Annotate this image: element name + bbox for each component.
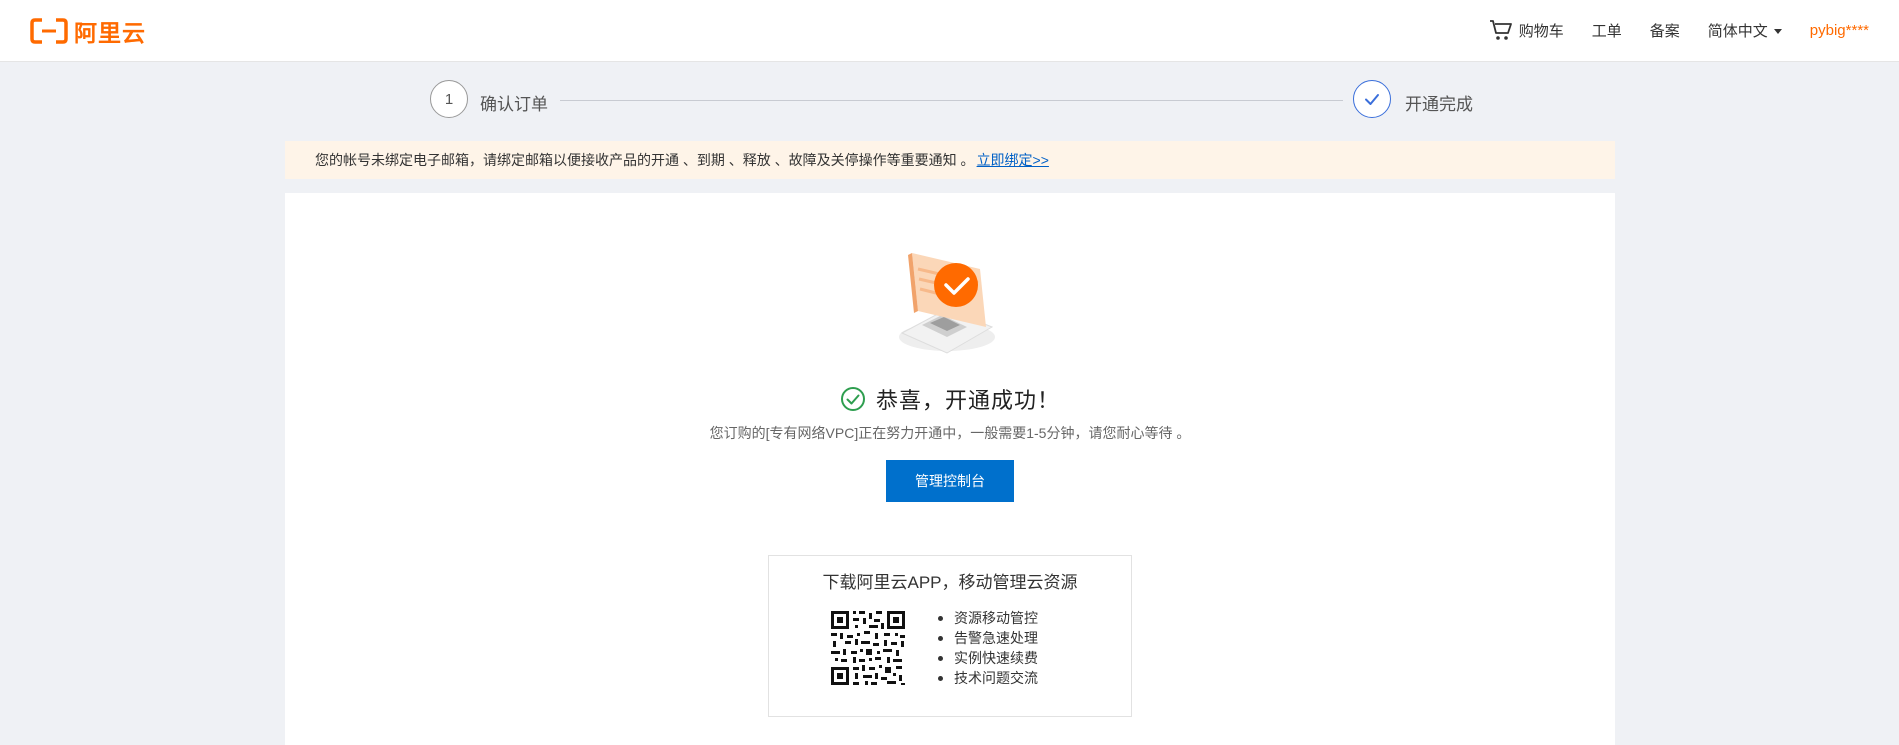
list-item: 告警急速处理 <box>938 630 1038 646</box>
step-connector <box>560 100 1343 101</box>
qr-code[interactable] <box>829 609 907 687</box>
step-2-label: 开通完成 <box>1405 95 1473 114</box>
management-console-button[interactable]: 管理控制台 <box>886 460 1014 502</box>
nav-ticket[interactable]: 工单 <box>1592 20 1622 41</box>
chevron-down-icon <box>1773 28 1782 34</box>
list-item: 实例快速续费 <box>938 650 1038 666</box>
notice-text: 您的帐号未绑定电子邮箱，请绑定邮箱以便接收产品的开通 、到期 、释放 、故障及关… <box>315 152 975 168</box>
aliyun-logo[interactable]: 阿里云 <box>30 18 146 46</box>
app-promo-title: 下载阿里云APP，移动管理云资源 <box>822 573 1078 592</box>
order-steps: 1 确认订单 开通完成 <box>430 80 1475 122</box>
user-account[interactable]: pybig**** <box>1810 22 1869 39</box>
checkmark-icon <box>1365 94 1379 105</box>
nav-cart-label: 购物车 <box>1518 22 1564 40</box>
bind-now-link[interactable]: 立即绑定>> <box>977 150 1049 170</box>
language-label: 简体中文 <box>1707 22 1768 40</box>
email-binding-notice: 您的帐号未绑定电子邮箱，请绑定邮箱以便接收产品的开通 、到期 、释放 、故障及关… <box>285 141 1615 179</box>
app-download-promo: 下载阿里云APP，移动管理云资源 资源移动管控 告警急速处理 实例快速续费 技术… <box>768 555 1132 717</box>
list-item: 技术问题交流 <box>938 670 1038 686</box>
top-header: 阿里云 购物车 工单 备案 简体中文 pybig**** <box>0 0 1899 62</box>
success-description: 您订购的[专有网络VPC]正在努力开通中，一般需要1-5分钟，请您耐心等待 。 <box>709 425 1191 441</box>
success-title: 恭喜，开通成功！ <box>875 388 1060 413</box>
success-illustration <box>899 253 995 354</box>
nav-language[interactable]: 简体中文 <box>1708 20 1782 41</box>
step-2-circle <box>1353 80 1391 118</box>
list-item: 资源移动管控 <box>938 610 1038 626</box>
nav-record[interactable]: 备案 <box>1650 20 1680 41</box>
nav-cart[interactable]: 购物车 <box>1489 18 1564 42</box>
step-1-circle: 1 <box>430 80 468 118</box>
aliyun-logo-icon <box>30 18 68 44</box>
app-feature-list: 资源移动管控 告警急速处理 实例快速续费 技术问题交流 <box>938 608 1038 688</box>
logo-text: 阿里云 <box>74 20 146 46</box>
success-heading: 恭喜，开通成功！ <box>285 383 1615 415</box>
success-check-icon <box>840 387 865 411</box>
cart-icon <box>1489 20 1512 40</box>
top-nav: 购物车 工单 备案 简体中文 pybig**** <box>1489 18 1869 42</box>
result-card: 恭喜，开通成功！ 您订购的[专有网络VPC]正在努力开通中，一般需要1-5分钟，… <box>285 193 1615 745</box>
step-1-label: 确认订单 <box>480 95 548 114</box>
